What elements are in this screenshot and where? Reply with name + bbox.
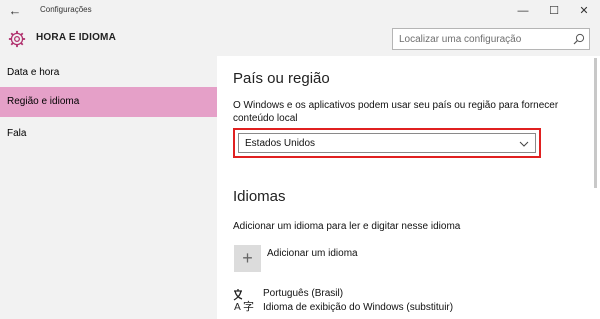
language-icon: 字 A	[233, 289, 254, 313]
add-language-label[interactable]: Adicionar um idioma	[267, 248, 358, 259]
title-bar: ← Configurações — ☐ ✕	[0, 0, 600, 22]
close-button[interactable]: ✕	[567, 0, 600, 22]
maximize-button[interactable]: ☐	[537, 0, 571, 22]
scrollbar[interactable]	[594, 56, 597, 319]
country-dropdown-value: Estados Unidos	[245, 138, 316, 149]
language-name[interactable]: Português (Brasil)	[263, 288, 343, 299]
svg-text:A: A	[234, 302, 241, 313]
sidebar-item-fala[interactable]: Fala	[0, 119, 217, 149]
plus-icon: +	[242, 248, 253, 268]
page-header: HORA E IDIOMA	[0, 22, 600, 56]
gear-icon	[8, 30, 26, 48]
add-language-button[interactable]: +	[234, 245, 261, 272]
sidebar-item-regiao-e-idioma[interactable]: Região e idioma	[0, 87, 217, 117]
scrollbar-thumb[interactable]	[594, 58, 597, 188]
search-input[interactable]	[393, 29, 569, 49]
languages-heading: Idiomas	[233, 188, 286, 205]
country-dropdown[interactable]: Estados Unidos	[238, 133, 536, 153]
search-icon[interactable]	[573, 33, 585, 45]
minimize-button[interactable]: —	[506, 0, 540, 22]
back-button[interactable]: ←	[6, 2, 24, 20]
sidebar: Data e hora Região e idioma Fala	[0, 56, 217, 319]
languages-description: Adicionar um idioma para ler e digitar n…	[233, 221, 461, 232]
highlight-frame: Estados Unidos	[233, 128, 541, 158]
search-box[interactable]	[392, 28, 590, 50]
svg-text:字: 字	[243, 299, 254, 313]
language-subtitle: Idioma de exibição do Windows (substitui…	[263, 302, 454, 313]
arrow-left-icon: ←	[8, 3, 22, 18]
region-description: O Windows e os aplicativos podem usar se…	[233, 100, 559, 124]
chevron-down-icon	[519, 141, 529, 147]
window-title: Configurações	[40, 5, 92, 14]
page-title: HORA E IDIOMA	[36, 32, 117, 43]
main-content: País ou região O Windows e os aplicativo…	[217, 56, 600, 319]
sidebar-item-data-e-hora[interactable]: Data e hora	[0, 58, 217, 88]
region-heading: País ou região	[233, 70, 330, 87]
